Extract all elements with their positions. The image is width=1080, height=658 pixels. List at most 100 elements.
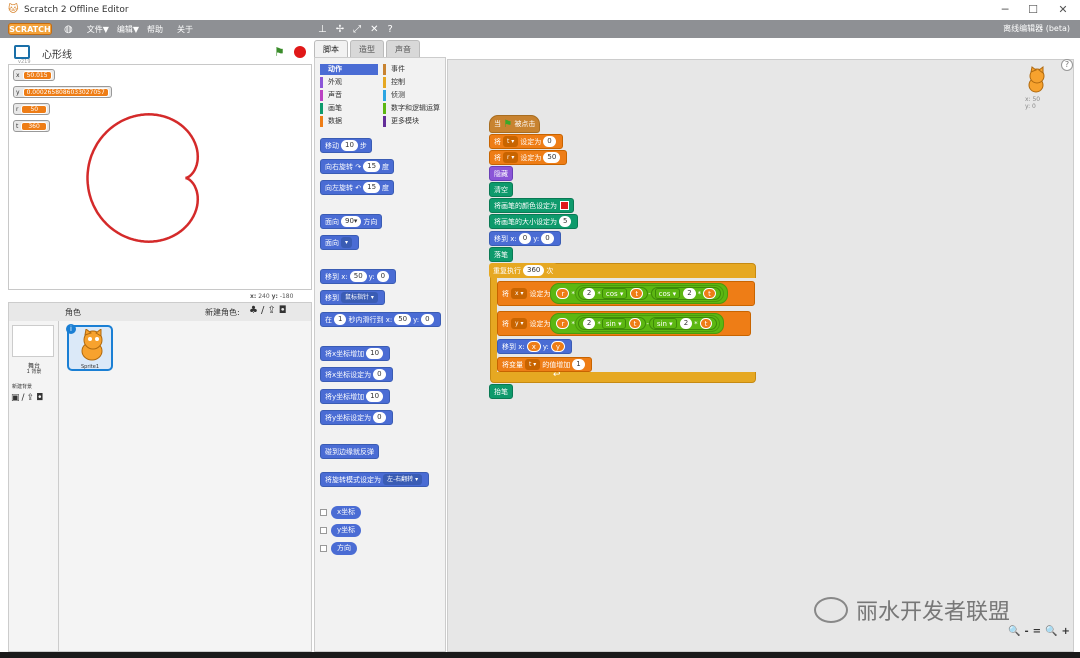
zoom-controls: 🔍-=🔍+ <box>1008 626 1074 637</box>
menu-help[interactable]: 帮助 <box>147 24 163 35</box>
block-goto-xy[interactable]: 移到 x: 50 y: 0 <box>320 269 397 284</box>
new-sprite-icons: ♣/⇪◘ <box>249 305 290 316</box>
language-globe-icon[interactable]: ◍ <box>64 24 73 35</box>
block-turn-right[interactable]: 向右旋转 ↷ 15 度 <box>320 159 395 174</box>
window-title: Scratch 2 Offline Editor <box>24 5 129 15</box>
category-2[interactable]: 外观 <box>320 77 378 88</box>
block-point-towards[interactable]: 面向 ▾ <box>320 235 360 250</box>
editor-tabs: 脚本 造型 声音 <box>314 40 422 58</box>
zoom-reset-icon[interactable]: = <box>1033 626 1045 637</box>
checkbox-direction[interactable] <box>320 545 327 552</box>
zoom-in-icon[interactable]: 🔍+ <box>1045 626 1074 637</box>
sprite-card[interactable]: i Sprite1 <box>66 324 113 371</box>
category-8[interactable]: 数据 <box>320 116 378 127</box>
block-set-y[interactable]: 将y坐标设定为 0 <box>320 410 393 425</box>
tab-sounds[interactable]: 声音 <box>386 40 420 57</box>
reporter-direction[interactable]: 方向 <box>331 542 357 555</box>
stage-header: 心形线 v219 ⚑ <box>8 42 312 65</box>
block-set-r[interactable]: 将r ▾ 设定为 50 <box>489 150 568 165</box>
new-backdrop-icons: ▣/⇪◘ <box>11 393 45 403</box>
stamp-icon[interactable]: ⊥ <box>318 24 327 35</box>
block-palette: 动作 事件 外观 控制 声音 侦测 画笔 数字和逻辑运算 数据 更多模块 移动 10 步 向右旋转 ↷… <box>314 57 446 652</box>
checkbox-y-position[interactable] <box>320 527 327 534</box>
backdrop-count: 1 背景 <box>26 369 42 375</box>
backdrop-camera-icon[interactable]: ◘ <box>36 393 45 403</box>
backdrop-library-icon[interactable]: ▣ <box>11 393 22 403</box>
category-6[interactable]: 画笔 <box>320 103 378 114</box>
repeat-header[interactable]: 重复执行 360 次 <box>489 263 558 278</box>
reporter-y-position[interactable]: y坐标 <box>331 524 362 537</box>
zoom-out-icon[interactable]: 🔍- <box>1008 626 1033 637</box>
help-button[interactable]: ? <box>1061 59 1073 71</box>
block-goto-origin[interactable]: 移到 x: 0 y: 0 <box>489 231 561 246</box>
category-9[interactable]: 更多模块 <box>383 116 445 127</box>
block-set-x[interactable]: 将x坐标设定为 0 <box>320 367 393 382</box>
block-change-x[interactable]: 将x坐标增加 10 <box>320 346 391 361</box>
block-pen-down[interactable]: 落笔 <box>489 247 513 262</box>
shrink-icon[interactable]: ✕ <box>370 24 378 35</box>
stage-column: 舞台 1 背景 新建背景 ▣/⇪◘ <box>9 321 59 651</box>
operator-subtract[interactable]: 2 * sin ▾ t - sin ▾ 2 * t <box>574 315 721 332</box>
close-button[interactable]: ✕ <box>1048 0 1078 20</box>
new-backdrop-label: 新建背景 <box>12 384 33 390</box>
category-1[interactable]: 事件 <box>383 64 445 75</box>
backdrop-upload-icon[interactable]: ⇪ <box>27 393 37 403</box>
project-name[interactable]: 心形线 <box>42 46 72 61</box>
block-hide[interactable]: 隐藏 <box>489 166 513 181</box>
block-pen-color[interactable]: 将画笔的颜色设定为 <box>489 198 574 213</box>
tab-costumes[interactable]: 造型 <box>350 40 384 57</box>
mouse-coordinates: x: 240 y: -180 <box>250 293 294 300</box>
new-sprite-label: 新建角色: <box>205 308 240 317</box>
block-glide[interactable]: 在 1 秒内滑行到 x: 50 y: 0 <box>320 312 441 327</box>
operator-expression[interactable]: r * 2 * sin ▾ t - sin ▾ 2 * t <box>550 313 725 334</box>
block-goto-target[interactable]: 移到 鼠标指针 ▾ <box>320 290 385 305</box>
block-set-y-expression[interactable]: 将y ▾ 设定为 r * 2 * sin ▾ t - sin ▾ 2 * t <box>497 311 751 336</box>
category-7[interactable]: 数字和逻辑运算 <box>383 103 445 114</box>
library-icon[interactable]: ♣ <box>249 305 261 316</box>
category-0[interactable]: 动作 <box>320 64 378 75</box>
help-icon[interactable]: ? <box>388 24 393 35</box>
grow-icon[interactable]: ⤢ <box>353 24 361 35</box>
maximize-button[interactable]: ☐ <box>1018 0 1048 20</box>
hat-green-flag[interactable]: 当 ⚑ 被点击 <box>489 115 541 133</box>
menu-edit[interactable]: 编辑▼ <box>117 24 139 35</box>
operator-expression[interactable]: r * 2 * cos ▾ t - cos ▾ 2 * t <box>550 283 728 304</box>
category-4[interactable]: 声音 <box>320 90 378 101</box>
block-change-t[interactable]: 将变量 t ▾ 的值增加 1 <box>497 357 592 372</box>
block-point-direction[interactable]: 面向 90▾ 方向 <box>320 214 383 229</box>
rotate-right-icon: ↷ <box>355 162 362 171</box>
block-pen-size[interactable]: 将画笔的大小设定为 5 <box>489 214 579 229</box>
checkbox-x-position[interactable] <box>320 509 327 516</box>
stage[interactable]: x 50.015 y 0.0002658086033027057 r 50 t … <box>8 64 312 290</box>
category-3[interactable]: 控制 <box>383 77 445 88</box>
rotate-left-icon: ↶ <box>355 183 362 192</box>
stage-thumbnail[interactable] <box>12 325 54 357</box>
sprite-tools: ⊥ ✢ ⤢ ✕ ? <box>318 20 393 38</box>
green-flag-icon[interactable]: ⚑ <box>274 45 285 59</box>
block-bounce[interactable]: 碰到边缘就反弹 <box>320 444 379 459</box>
block-pen-up[interactable]: 抬笔 <box>489 384 513 399</box>
cut-icon[interactable]: ✢ <box>336 24 344 35</box>
block-turn-left[interactable]: 向左旋转 ↶ 15 度 <box>320 180 395 195</box>
block-rotation-style[interactable]: 将旋转模式设定为 左-右翻转 ▾ <box>320 472 430 487</box>
scratch-logo[interactable]: SCRATCH <box>8 23 52 35</box>
category-5[interactable]: 侦测 <box>383 90 445 101</box>
block-set-t[interactable]: 将t ▾ 设定为 0 <box>489 134 563 149</box>
sprite-panel-header: 角色 新建角色: ♣/⇪◘ <box>9 303 311 321</box>
camera-icon[interactable]: ◘ <box>279 305 290 316</box>
block-clear[interactable]: 清空 <box>489 182 513 197</box>
reporter-x-position[interactable]: x坐标 <box>331 506 362 519</box>
block-change-y[interactable]: 将y坐标增加 10 <box>320 389 391 404</box>
menu-file[interactable]: 文件▼ <box>87 24 109 35</box>
color-swatch[interactable] <box>560 201 569 210</box>
upload-icon[interactable]: ⇪ <box>267 305 278 316</box>
fullscreen-icon[interactable] <box>14 45 30 59</box>
minimize-button[interactable]: ─ <box>990 0 1020 20</box>
tab-scripts[interactable]: 脚本 <box>314 40 348 57</box>
stop-icon[interactable] <box>294 46 306 58</box>
block-goto-xy-vars[interactable]: 移到 x: x y: y <box>497 339 573 354</box>
operator-subtract[interactable]: 2 * cos ▾ t - cos ▾ 2 * t <box>574 285 724 302</box>
menu-about[interactable]: 关于 <box>177 24 193 35</box>
block-set-x-expression[interactable]: 将x ▾ 设定为 r * 2 * cos ▾ t - cos ▾ 2 * t <box>497 281 755 306</box>
block-move[interactable]: 移动 10 步 <box>320 138 372 153</box>
